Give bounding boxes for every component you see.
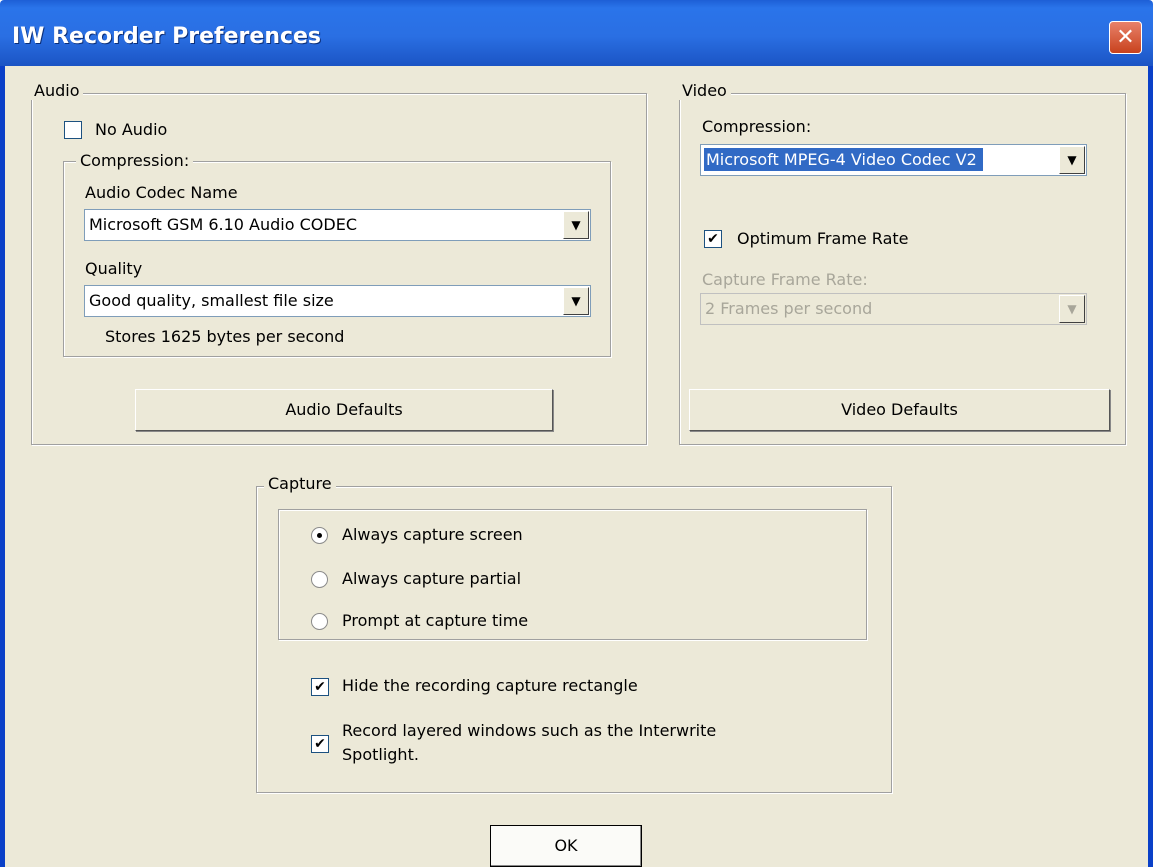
audio-quality-value: Good quality, smallest file size xyxy=(89,291,334,310)
audio-codec-value: Microsoft GSM 6.10 Audio CODEC xyxy=(89,215,357,234)
capture-option-label: Prompt at capture time xyxy=(342,611,529,630)
audio-quality-label: Quality xyxy=(85,259,143,278)
chevron-down-icon[interactable]: ▼ xyxy=(563,211,589,239)
capture-frame-rate-label: Capture Frame Rate: xyxy=(702,270,868,289)
video-group-label: Video xyxy=(678,81,731,100)
radio-always-capture-partial[interactable] xyxy=(311,571,328,588)
audio-compression-label: Compression: xyxy=(76,151,194,170)
chevron-down-icon[interactable]: ▼ xyxy=(563,287,589,315)
hide-capture-rectangle-checkbox[interactable]: ✔ xyxy=(311,678,329,696)
radio-selected-dot xyxy=(317,533,322,538)
no-audio-checkbox[interactable] xyxy=(64,121,82,139)
optimum-frame-rate-checkbox[interactable]: ✔ xyxy=(704,230,722,248)
close-button[interactable]: ✕ xyxy=(1109,21,1142,54)
audio-bytes-info: Stores 1625 bytes per second xyxy=(105,327,345,346)
record-layered-windows-label-line2: Spotlight. xyxy=(342,745,419,764)
video-codec-select[interactable]: Microsoft MPEG-4 Video Codec V2 ▼ xyxy=(700,144,1087,176)
video-defaults-button[interactable]: Video Defaults xyxy=(689,389,1110,431)
no-audio-label: No Audio xyxy=(95,120,168,139)
capture-option-label: Always capture screen xyxy=(342,525,523,544)
capture-frame-rate-value: 2 Frames per second xyxy=(705,299,873,318)
ok-label: OK xyxy=(554,836,578,855)
ok-button[interactable]: OK xyxy=(490,825,642,867)
record-layered-windows-label-line1: Record layered windows such as the Inter… xyxy=(342,721,717,740)
radio-always-capture-screen[interactable] xyxy=(311,527,328,544)
optimum-frame-rate-label: Optimum Frame Rate xyxy=(737,229,909,248)
video-codec-value: Microsoft MPEG-4 Video Codec V2 xyxy=(704,148,983,171)
capture-group-label: Capture xyxy=(264,474,336,493)
audio-codec-select[interactable]: Microsoft GSM 6.10 Audio CODEC ▼ xyxy=(84,209,591,241)
hide-capture-rectangle-label: Hide the recording capture rectangle xyxy=(342,676,638,695)
capture-option-label: Always capture partial xyxy=(342,569,522,588)
audio-codec-name-label: Audio Codec Name xyxy=(85,183,238,202)
chevron-down-icon[interactable]: ▼ xyxy=(1059,146,1085,174)
chevron-down-icon[interactable]: ▼ xyxy=(1059,295,1085,323)
video-defaults-label: Video Defaults xyxy=(841,400,958,419)
close-icon: ✕ xyxy=(1116,25,1135,50)
window-border-right xyxy=(1148,66,1153,867)
record-layered-windows-checkbox[interactable]: ✔ xyxy=(311,735,329,753)
audio-defaults-button[interactable]: Audio Defaults xyxy=(135,389,553,431)
audio-group-label: Audio xyxy=(30,81,84,100)
radio-prompt-at-capture-time[interactable] xyxy=(311,613,328,630)
audio-defaults-label: Audio Defaults xyxy=(285,400,403,419)
video-compression-label: Compression: xyxy=(702,117,812,136)
window-title: IW Recorder Preferences xyxy=(12,24,322,49)
audio-quality-select[interactable]: Good quality, smallest file size ▼ xyxy=(84,285,591,317)
capture-frame-rate-select[interactable]: 2 Frames per second ▼ xyxy=(700,293,1087,325)
